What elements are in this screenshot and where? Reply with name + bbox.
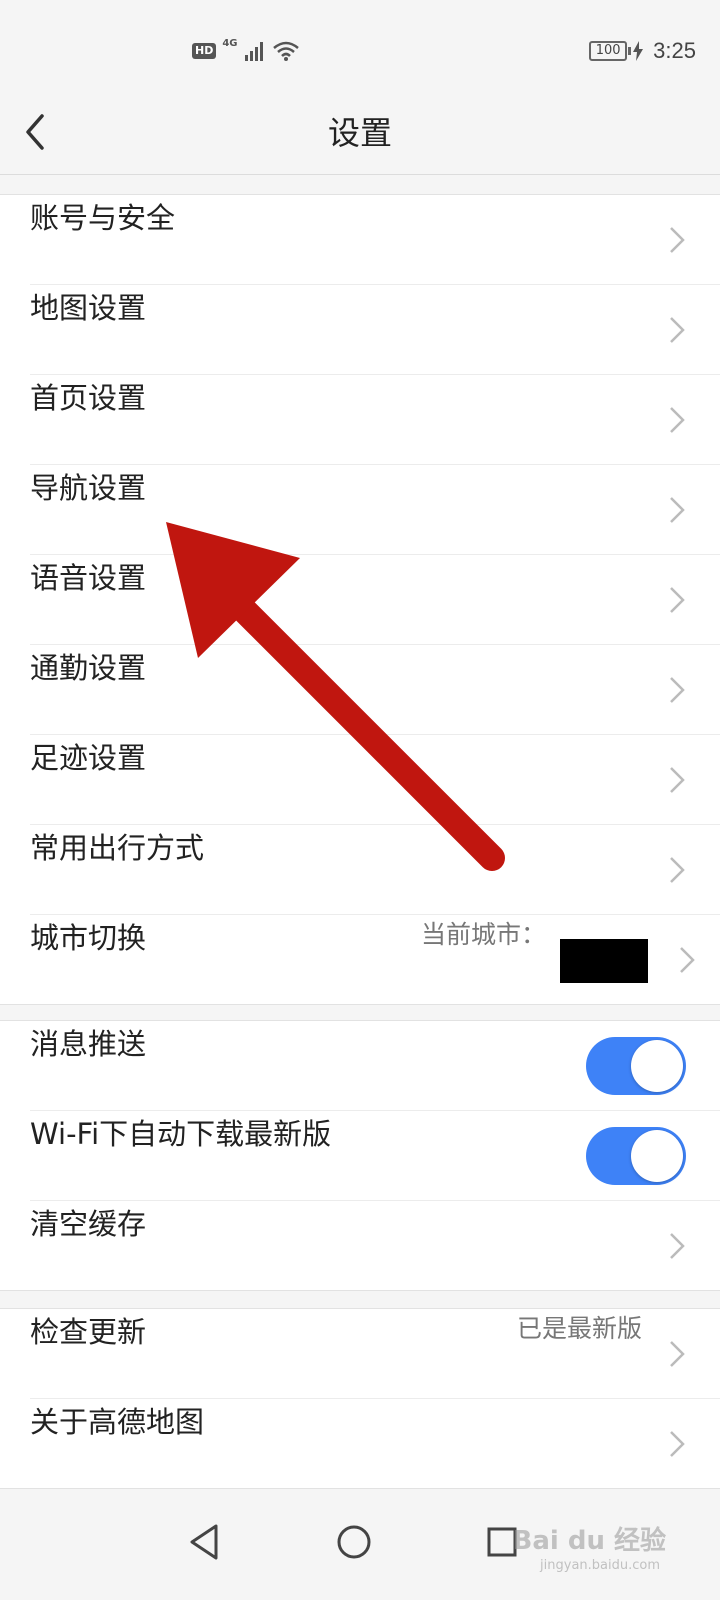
toggle-knob xyxy=(631,1130,683,1182)
row-label: 清空缓存 xyxy=(30,1207,147,1241)
settings-group-about: 检查更新 已是最新版 关于高德地图 xyxy=(0,1308,720,1489)
row-label: 消息推送 xyxy=(30,1027,147,1061)
current-city-label: 当前城市： xyxy=(420,920,546,949)
nav-home-icon[interactable] xyxy=(324,1512,384,1572)
page-title: 设置 xyxy=(327,114,392,152)
row-about[interactable]: 关于高德地图 xyxy=(30,1399,720,1488)
row-label: 语音设置 xyxy=(30,561,147,595)
redacted-city-block xyxy=(560,939,648,983)
watermark-url: jingyan.baidu.com xyxy=(540,1558,660,1573)
chevron-right-icon xyxy=(670,497,685,523)
row-home-settings[interactable]: 首页设置 xyxy=(30,375,720,465)
charging-icon xyxy=(633,41,644,61)
chevron-right-icon xyxy=(670,317,685,343)
battery-icon: 100 xyxy=(589,41,632,61)
row-label: 常用出行方式 xyxy=(30,831,205,865)
signal-icon xyxy=(244,42,263,61)
network-type: 4G xyxy=(222,37,238,49)
row-label: 地图设置 xyxy=(30,291,147,325)
row-city-switch[interactable]: 城市切换 当前城市： xyxy=(30,915,720,1004)
row-label: 账号与安全 xyxy=(30,201,176,235)
chevron-right-icon xyxy=(670,767,685,793)
toggle-knob xyxy=(631,1040,683,1092)
status-bar: HD 4G 100 3:25 xyxy=(0,0,720,92)
wifi-update-toggle[interactable] xyxy=(586,1127,686,1185)
row-map-settings[interactable]: 地图设置 xyxy=(30,285,720,375)
chevron-right-icon xyxy=(680,947,695,973)
wifi-icon xyxy=(272,41,299,61)
settings-group-main: 账号与安全 地图设置 首页设置 导航设置 语音设置 通勤设置 足迹设置 常用出行… xyxy=(0,194,720,1005)
row-label: 首页设置 xyxy=(30,381,147,415)
chevron-right-icon xyxy=(670,587,685,613)
status-right: 100 3:25 xyxy=(589,38,696,64)
clock: 3:25 xyxy=(653,38,696,63)
row-voice-settings[interactable]: 语音设置 xyxy=(30,555,720,645)
chevron-right-icon xyxy=(670,407,685,433)
chevron-right-icon xyxy=(670,1431,685,1457)
push-toggle[interactable] xyxy=(586,1037,686,1095)
settings-group-system: 消息推送 Wi-Fi下自动下载最新版 清空缓存 xyxy=(0,1020,720,1291)
row-label: 城市切换 xyxy=(30,921,147,955)
row-navigation-settings[interactable]: 导航设置 xyxy=(30,465,720,555)
status-left: HD 4G xyxy=(192,37,300,62)
chevron-right-icon xyxy=(670,677,685,703)
row-travel-mode[interactable]: 常用出行方式 xyxy=(30,825,720,915)
nav-back-icon[interactable] xyxy=(176,1512,236,1572)
chevron-right-icon xyxy=(670,1233,685,1259)
chevron-right-icon xyxy=(670,857,685,883)
update-status: 已是最新版 xyxy=(516,1314,642,1343)
settings-page: HD 4G 100 3:25 设置 账号与安全 地图设置 首页设置 导航设置 语… xyxy=(0,0,720,1600)
hd-badge: HD xyxy=(192,43,217,59)
row-label: 通勤设置 xyxy=(30,651,147,685)
row-label: 检查更新 xyxy=(30,1315,147,1349)
watermark-brand: Bai du 经验 xyxy=(512,1526,667,1556)
row-wifi-auto-update: Wi-Fi下自动下载最新版 xyxy=(30,1111,720,1201)
row-account-security[interactable]: 账号与安全 xyxy=(30,195,720,285)
row-commute-settings[interactable]: 通勤设置 xyxy=(30,645,720,735)
chevron-right-icon xyxy=(670,227,685,253)
row-clear-cache[interactable]: 清空缓存 xyxy=(30,1201,720,1290)
row-footprint-settings[interactable]: 足迹设置 xyxy=(30,735,720,825)
row-label: 关于高德地图 xyxy=(30,1405,205,1439)
row-label: 导航设置 xyxy=(30,471,147,505)
row-label: Wi-Fi下自动下载最新版 xyxy=(30,1117,332,1151)
row-check-update[interactable]: 检查更新 已是最新版 xyxy=(30,1309,720,1399)
row-label: 足迹设置 xyxy=(30,741,147,775)
header: 设置 xyxy=(0,92,720,175)
chevron-right-icon xyxy=(670,1341,685,1367)
row-push-notifications: 消息推送 xyxy=(30,1021,720,1111)
